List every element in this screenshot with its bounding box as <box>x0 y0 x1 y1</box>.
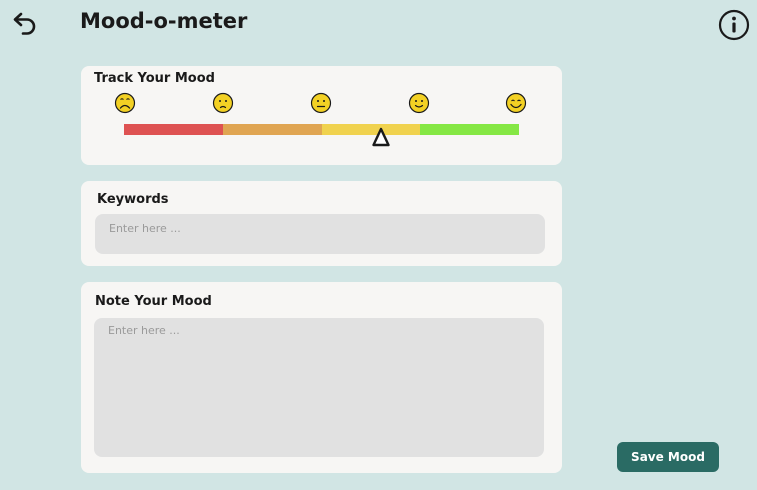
page-title: Mood-o-meter <box>80 9 248 33</box>
sad-face-icon[interactable] <box>212 92 234 114</box>
neutral-face-icon[interactable] <box>310 92 332 114</box>
keywords-input[interactable] <box>95 214 545 254</box>
slight-smile-face-icon[interactable] <box>408 92 430 114</box>
mood-scale-very-sad-segment[interactable] <box>124 124 223 135</box>
mood-pointer-icon[interactable] <box>371 126 391 148</box>
track-mood-label: Track Your Mood <box>94 71 215 86</box>
save-mood-button[interactable]: Save Mood <box>617 442 719 472</box>
info-button[interactable] <box>718 9 750 41</box>
big-smile-face-icon[interactable] <box>505 92 527 114</box>
mood-scale[interactable] <box>124 124 519 135</box>
back-arrow-icon <box>13 12 36 35</box>
back-button[interactable] <box>12 10 40 36</box>
mood-scale-happy-segment[interactable] <box>420 124 519 135</box>
keywords-label: Keywords <box>97 192 169 207</box>
very-sad-face-icon[interactable] <box>114 92 136 114</box>
note-input[interactable] <box>94 318 544 457</box>
info-icon <box>718 9 750 41</box>
track-mood-card: Track Your Mood <box>81 66 562 165</box>
keywords-card: Keywords <box>81 181 562 266</box>
note-mood-card: Note Your Mood <box>81 282 562 473</box>
mood-scale-sad-segment[interactable] <box>222 124 322 135</box>
note-mood-label: Note Your Mood <box>95 294 212 309</box>
